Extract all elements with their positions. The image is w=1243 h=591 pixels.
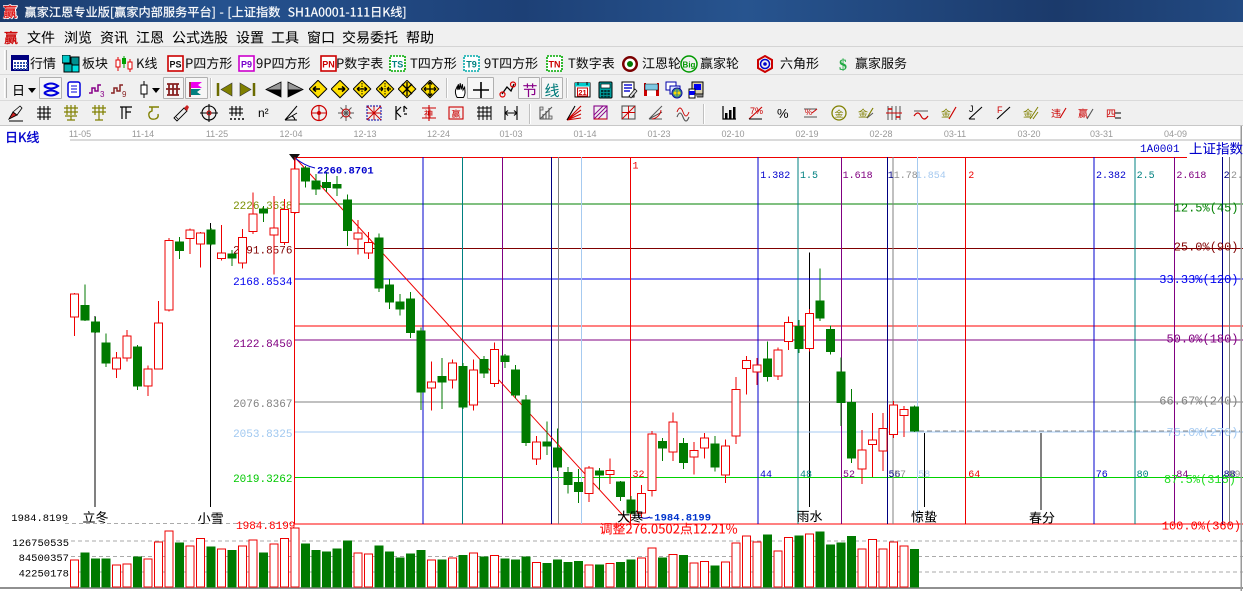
svg-text:2: 2 — [1224, 171, 1230, 182]
svg-text:48: 48 — [800, 470, 812, 481]
svg-text:03-31: 03-31 — [1090, 129, 1113, 139]
svg-text:01-23: 01-23 — [647, 129, 670, 139]
svg-text:1.854: 1.854 — [916, 171, 946, 182]
svg-text:03-20: 03-20 — [1017, 129, 1040, 139]
svg-text:52: 52 — [843, 470, 855, 481]
svg-text:1A0001: 1A0001 — [1140, 144, 1180, 156]
svg-text:1.382: 1.382 — [760, 171, 790, 182]
svg-text:12-24: 12-24 — [427, 129, 450, 139]
svg-text:80: 80 — [1137, 470, 1149, 481]
svg-text:2260.8701: 2260.8701 — [317, 166, 374, 178]
svg-text:2122.8450: 2122.8450 — [233, 339, 292, 351]
svg-text:57: 57 — [894, 470, 906, 481]
svg-text:64: 64 — [968, 470, 980, 481]
svg-text:11-25: 11-25 — [206, 129, 228, 139]
svg-text:01-03: 01-03 — [499, 129, 522, 139]
svg-text:1.5: 1.5 — [800, 171, 818, 182]
svg-text:89: 89 — [1229, 470, 1241, 481]
svg-text:32: 32 — [633, 470, 645, 481]
svg-text:12-04: 12-04 — [279, 129, 302, 139]
svg-text:1984.8199: 1984.8199 — [11, 513, 68, 525]
svg-text:12-13: 12-13 — [353, 129, 376, 139]
svg-text:1: 1 — [633, 162, 639, 173]
svg-text:12.5%(45): 12.5%(45) — [1174, 202, 1239, 216]
svg-text:1984.8199: 1984.8199 — [236, 521, 295, 533]
svg-text:02-28: 02-28 — [869, 129, 892, 139]
svg-text:04-09: 04-09 — [1164, 129, 1187, 139]
svg-text:2.: 2. — [1231, 171, 1243, 182]
svg-text:50.0%(180): 50.0%(180) — [1166, 333, 1238, 347]
svg-text:58: 58 — [918, 470, 930, 481]
svg-text:44: 44 — [760, 470, 772, 481]
svg-text:126750535: 126750535 — [12, 538, 69, 550]
svg-text:2168.8534: 2168.8534 — [233, 277, 293, 289]
svg-text:2.382: 2.382 — [1096, 171, 1126, 182]
svg-text:11-05: 11-05 — [69, 129, 91, 139]
svg-text:25.0%(90): 25.0%(90) — [1174, 241, 1239, 255]
svg-text:84: 84 — [1176, 470, 1188, 481]
svg-text:-1984.8199: -1984.8199 — [648, 513, 711, 525]
svg-text:76: 76 — [1096, 470, 1108, 481]
svg-text:84500357: 84500357 — [19, 553, 69, 565]
svg-text:01-14: 01-14 — [573, 129, 596, 139]
svg-text:2019.3262: 2019.3262 — [233, 474, 292, 486]
svg-text:1.618: 1.618 — [843, 171, 873, 182]
svg-text:2.5: 2.5 — [1137, 171, 1155, 182]
svg-text:1.78: 1.78 — [894, 171, 918, 182]
svg-text:2076.8367: 2076.8367 — [233, 399, 292, 411]
svg-text:2.618: 2.618 — [1176, 171, 1206, 182]
svg-text:11-14: 11-14 — [132, 129, 154, 139]
svg-text:03-11: 03-11 — [944, 129, 966, 139]
svg-text:33.33%(120): 33.33%(120) — [1159, 273, 1238, 287]
svg-text:2053.8325: 2053.8325 — [233, 429, 292, 441]
svg-text:75.0%(270): 75.0%(270) — [1166, 426, 1238, 440]
svg-text:2: 2 — [968, 171, 974, 182]
svg-text:02-19: 02-19 — [795, 129, 818, 139]
svg-text:02-10: 02-10 — [721, 129, 744, 139]
svg-text:42250178: 42250178 — [19, 569, 69, 581]
svg-text:66.67%(240): 66.67%(240) — [1159, 395, 1238, 409]
svg-text:100.0%(360): 100.0%(360) — [1162, 520, 1241, 534]
